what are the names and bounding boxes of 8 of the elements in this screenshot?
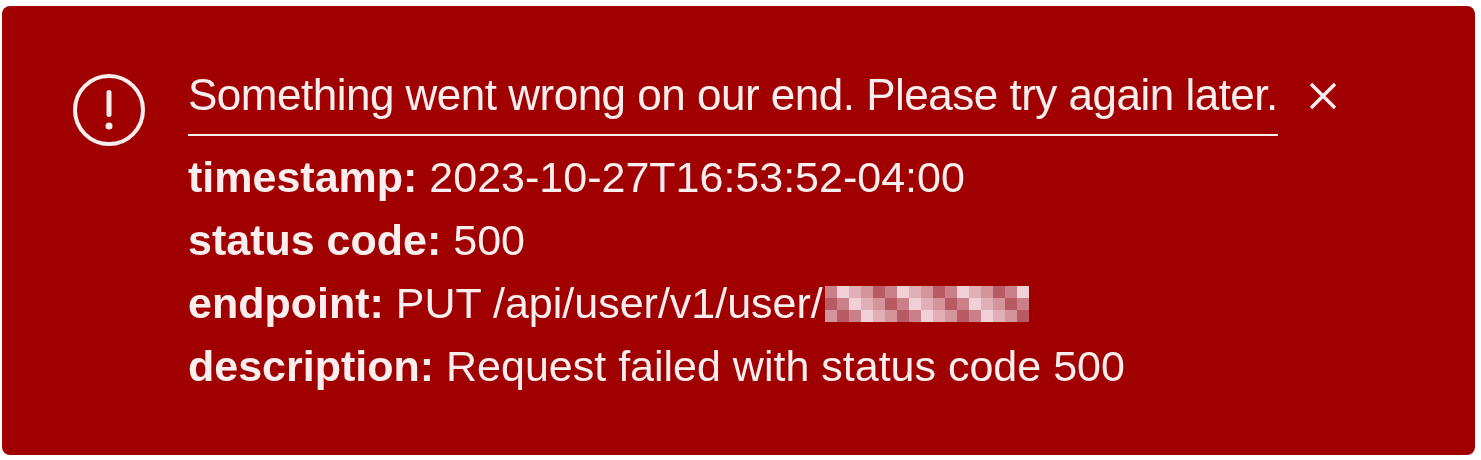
close-icon — [1307, 81, 1338, 111]
exclamation-icon — [72, 73, 146, 147]
detail-line: timestamp: 2023-10-27T16:53:52-04:00 — [188, 152, 965, 204]
error-message: Something went wrong on our end. Please try again later. — [188, 70, 1278, 119]
detail-line: status code: 500 — [188, 215, 525, 267]
detail-line: description: Request failed with status code 500 — [188, 341, 1125, 393]
close-button[interactable] — [1307, 81, 1338, 111]
detail-line: endpoint: PUT /api/user/v1/user/ — [188, 278, 823, 330]
